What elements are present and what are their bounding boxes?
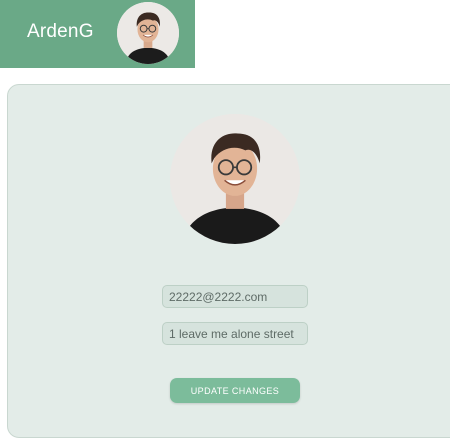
header-username: ArdenG bbox=[27, 21, 94, 42]
email-field[interactable] bbox=[162, 285, 308, 308]
header-avatar-icon[interactable] bbox=[117, 2, 179, 64]
update-changes-button[interactable]: UPDATE CHANGES bbox=[170, 378, 300, 403]
profile-page: ArdenG 22222@2222.com 1 leave me alone s… bbox=[0, 0, 450, 442]
profile-avatar-icon[interactable] bbox=[170, 114, 300, 244]
top-header: ArdenG bbox=[0, 0, 195, 68]
address-field[interactable] bbox=[162, 322, 308, 345]
